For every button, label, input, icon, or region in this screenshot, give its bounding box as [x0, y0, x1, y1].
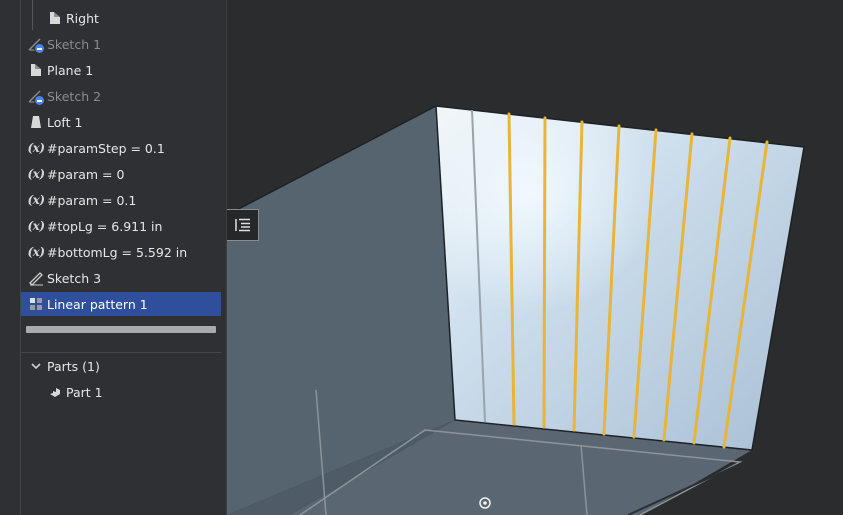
tree-item-label: #paramStep = 0.1	[47, 140, 165, 156]
tree-item-param-0-1[interactable]: (x) #param = 0.1	[21, 188, 221, 212]
tree-item-param-0[interactable]: (x) #param = 0	[21, 162, 221, 186]
tree-item-label: #bottomLg = 5.592 in	[47, 244, 188, 260]
tree-item-linear-pattern-1[interactable]: Linear pattern 1	[21, 292, 221, 316]
tree-item-label: Loft 1	[47, 114, 83, 130]
tree-item-toplg-6-911-in[interactable]: (x) #topLg = 6.911 in	[21, 214, 221, 238]
tree-item-label: Sketch 1	[47, 36, 102, 52]
variable-icon: (x)	[27, 193, 45, 207]
parts-header[interactable]: Parts (1)	[21, 354, 221, 378]
tree-item-label: Sketch 2	[47, 88, 102, 104]
sketch-icon	[25, 269, 47, 287]
tree-item-label: #topLg = 6.911 in	[47, 218, 163, 234]
part-icon	[44, 383, 66, 401]
part-item-label: Part 1	[66, 384, 103, 400]
panel-divider	[21, 352, 221, 353]
tree-item-label: Sketch 3	[47, 270, 102, 286]
tree-item-label: #param = 0.1	[47, 192, 137, 208]
plane-icon	[44, 9, 66, 27]
tree-item-bottomlg-5-592-in[interactable]: (x) #bottomLg = 5.592 in	[21, 240, 221, 264]
tree-item-label: Plane 1	[47, 62, 94, 78]
tree-item-sketch-2[interactable]: Sketch 2	[21, 84, 221, 108]
sketch-hidden-icon	[25, 35, 47, 54]
variable-icon: (x)	[27, 141, 45, 155]
plane-icon	[25, 61, 47, 79]
tree-item-label: Linear pattern 1	[47, 296, 148, 312]
pattern-line[interactable]	[542, 116, 547, 429]
feature-list-toggle-button[interactable]	[227, 209, 259, 241]
variable-icon: (x)	[27, 245, 45, 259]
parts-header-label: Parts (1)	[47, 358, 100, 374]
variable-icon: (x)	[27, 219, 45, 233]
list-icon	[234, 218, 250, 232]
part-item-part-1[interactable]: Part 1	[40, 380, 220, 404]
tree-item-label: Right	[66, 10, 99, 26]
tree-item-loft-1[interactable]: Loft 1	[21, 110, 221, 134]
chevron-down-icon[interactable]	[25, 357, 47, 375]
variable-icon: (x)	[27, 167, 45, 181]
tree-item-right[interactable]: Right	[40, 6, 221, 30]
feature-tree-panel: Right Sketch 1 Plane 1 Sketch 2 Loft 1 (x) #pa…	[0, 0, 227, 515]
rollback-bar[interactable]	[26, 326, 216, 333]
loft-icon	[25, 113, 47, 131]
sketch-hidden-icon	[25, 87, 47, 106]
tree-item-sketch-3[interactable]: Sketch 3	[21, 266, 221, 290]
tree-item-label: #param = 0	[47, 166, 125, 182]
tree-item-plane-1[interactable]: Plane 1	[21, 58, 221, 82]
tree-item-sketch-1[interactable]: Sketch 1	[21, 32, 221, 56]
linear-pattern-icon	[25, 295, 47, 313]
tree-item-paramstep-0-1[interactable]: (x) #paramStep = 0.1	[21, 136, 221, 160]
